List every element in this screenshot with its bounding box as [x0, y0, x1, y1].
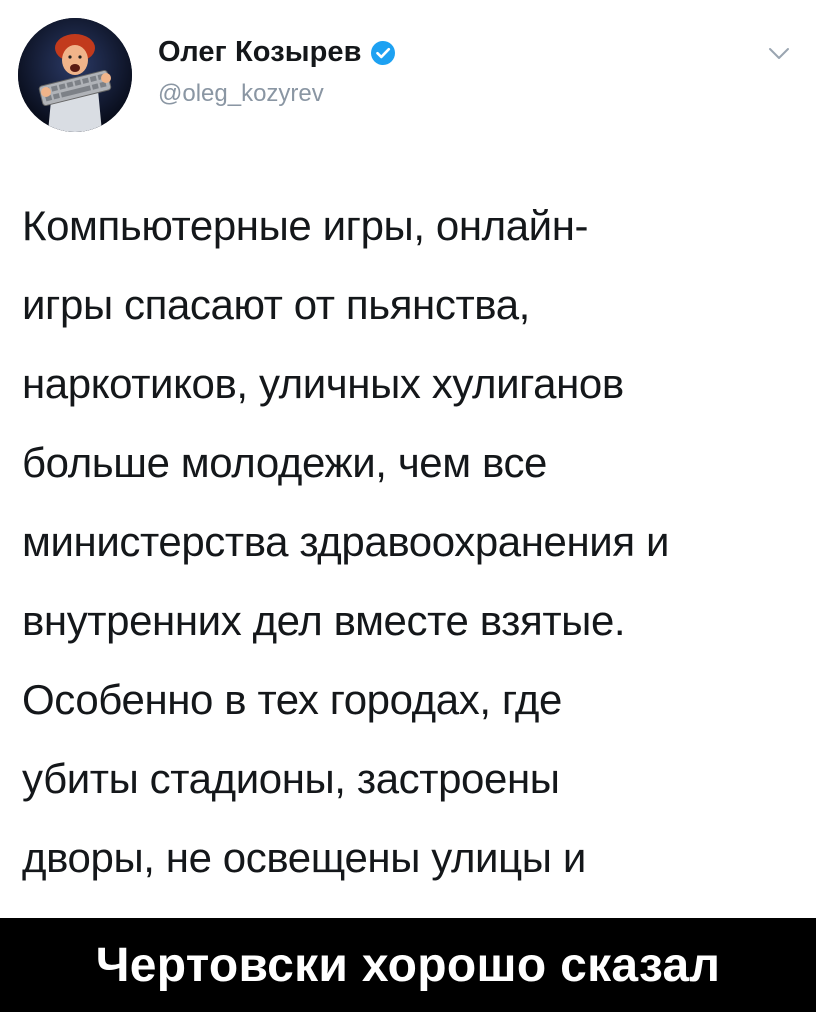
chevron-down-icon: [768, 47, 790, 66]
author-handle[interactable]: @oleg_kozyrev: [158, 80, 324, 108]
tweet-text-line: Особенно в тех городах, где: [22, 676, 562, 723]
tweet-text-line: Компьютерные игры, онлайн-: [22, 202, 589, 249]
tweet-text-line: внутренних дел вместе взятые.: [22, 597, 626, 644]
person-holding-keyboard-avatar-icon: [18, 18, 132, 132]
avatar[interactable]: [18, 18, 132, 132]
caption-text: Чертовски хорошо сказал: [95, 938, 721, 992]
caption-bar: Чертовски хорошо сказал: [0, 918, 816, 1012]
tweet-text-line: наркотиков, уличных хулиганов: [22, 360, 624, 407]
tweet-text-line: дворы, не освещены улицы и: [22, 834, 586, 881]
tweet-text-line: больше молодежи, чем все: [22, 439, 547, 486]
tweet-text-line: министерства здравоохранения и: [22, 518, 670, 565]
author-name-row: Олег Козырев: [158, 34, 396, 70]
tweet-text-line: убиты стадионы, застроены: [22, 755, 560, 802]
tweet-text-line: игры спасают от пьянства,: [22, 281, 530, 328]
tweet-text: Компьютерные игры, онлайн- игры спасают …: [22, 186, 802, 976]
author-name[interactable]: Олег Козырев: [158, 36, 362, 69]
verified-badge-icon: [370, 40, 396, 66]
tweet-menu-button[interactable]: [764, 44, 794, 68]
tweet-card: Олег Козырев @oleg_kozyrev Компьютерные …: [0, 0, 816, 960]
